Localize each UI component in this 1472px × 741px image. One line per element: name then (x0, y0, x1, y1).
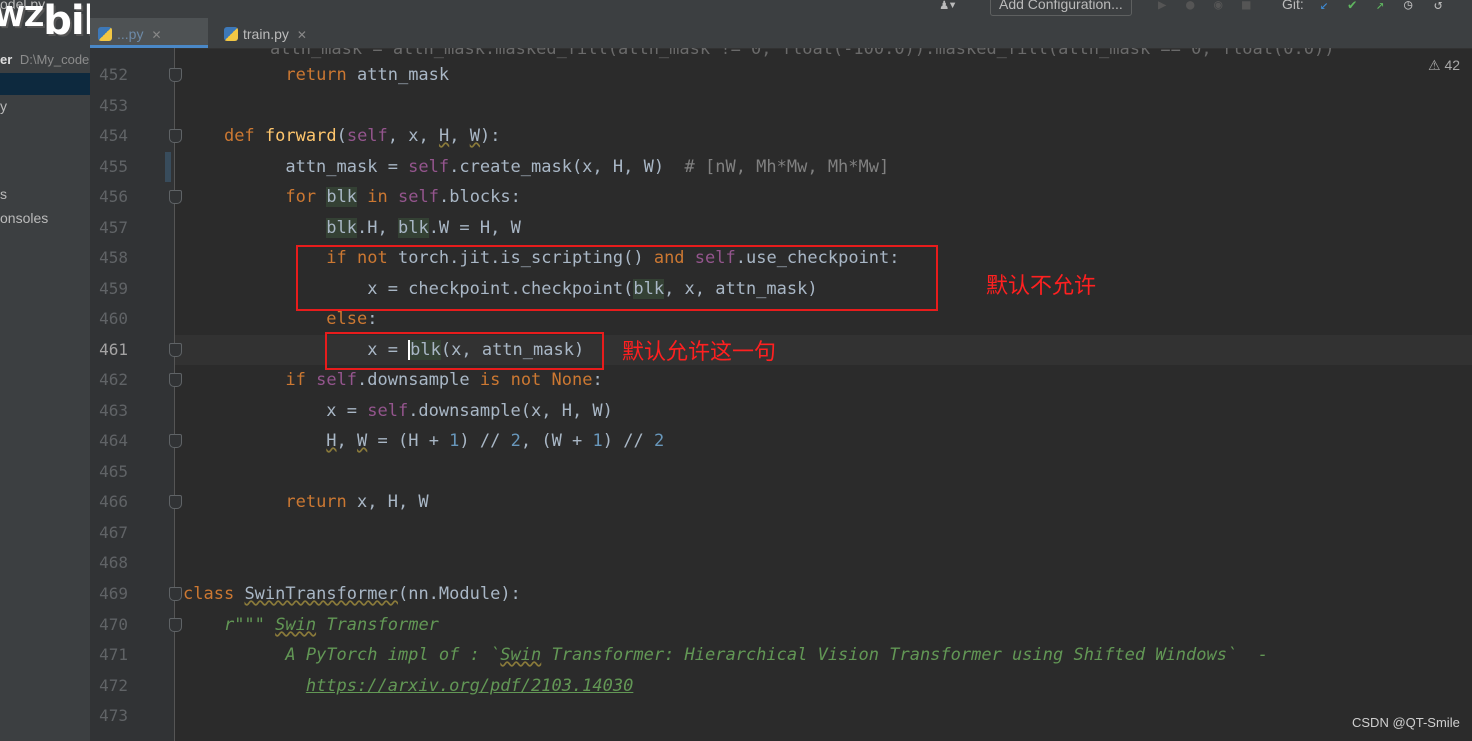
code-line[interactable]: https://arxiv.org/pdf/2103.14030 (183, 671, 634, 701)
warning-icon: ⚠ (1428, 57, 1441, 73)
code-line[interactable]: return x, H, W (183, 487, 428, 517)
code-row-463: 463 x = self.downsample(x, H, W) (0, 396, 1472, 426)
csdn-watermark: CSDN @QT-Smile (1352, 715, 1460, 730)
line-number: 454 (99, 126, 128, 145)
code-line[interactable]: r""" Swin Transformer (183, 610, 439, 640)
line-number: 468 (99, 553, 128, 572)
fold-end-icon[interactable] (169, 343, 182, 357)
line-number: 470 (99, 615, 128, 634)
code-row-465: 465 (0, 457, 1472, 487)
code-line[interactable]: A PyTorch impl of : `Swin Transformer: H… (183, 640, 1268, 670)
fold-end-icon[interactable] (169, 68, 182, 82)
code-line[interactable]: def forward(self, x, H, W): (183, 121, 500, 151)
line-number: 457 (99, 218, 128, 237)
line-number: 460 (99, 309, 128, 328)
line-number: 465 (99, 462, 128, 481)
code-row-462: 462 if self.downsample is not None: (0, 365, 1472, 395)
annotation-box-blk-call (325, 332, 604, 370)
line-number: 469 (99, 584, 128, 603)
line-number: 467 (99, 523, 128, 542)
code-row-455: 455 attn_mask = self.create_mask(x, H, W… (0, 152, 1472, 182)
code-row-453: 453 (0, 91, 1472, 121)
code-row-472: 472 https://arxiv.org/pdf/2103.14030 (0, 671, 1472, 701)
line-number: 455 (99, 157, 128, 176)
fold-start-icon[interactable] (169, 129, 182, 143)
line-number: 463 (99, 401, 128, 420)
code-row-471: 471 A PyTorch impl of : `Swin Transforme… (0, 640, 1472, 670)
code-row-457: 457 blk.H, blk.W = H, W (0, 213, 1472, 243)
code-line[interactable]: class SwinTransformer(nn.Module): (183, 579, 521, 609)
code-row-452: 452 return attn_mask (0, 60, 1472, 90)
code-line[interactable]: attn_mask = self.create_mask(x, H, W) # … (183, 152, 889, 182)
line-number: 466 (99, 492, 128, 511)
fold-end-icon[interactable] (169, 434, 182, 448)
line-number: 473 (99, 706, 128, 725)
fold-start-icon[interactable] (169, 618, 182, 632)
warning-count-badge[interactable]: ⚠ 42 (1428, 57, 1460, 74)
line-number: 472 (99, 676, 128, 695)
line-number: 471 (99, 645, 128, 664)
code-row-470: 470 r""" Swin Transformer (0, 610, 1472, 640)
fold-start-icon[interactable] (169, 587, 182, 601)
line-number: 462 (99, 370, 128, 389)
warning-count: 42 (1444, 57, 1461, 73)
line-number: 453 (99, 96, 128, 115)
annotation-box-checkpoint (296, 245, 938, 311)
code-line[interactable]: for blk in self.blocks: (183, 182, 521, 212)
annotation-text-default-allowed: 默认允许这一句 (622, 340, 777, 365)
line-number: 452 (99, 65, 128, 84)
line-number: 459 (99, 279, 128, 298)
line-number: 461 (99, 340, 128, 359)
fold-end-icon[interactable] (169, 495, 182, 509)
code-line[interactable]: return attn_mask (183, 60, 449, 90)
code-row-469: 469 class SwinTransformer(nn.Module): (0, 579, 1472, 609)
code-row-466: 466 return x, H, W (0, 487, 1472, 517)
annotation-text-default-disallowed: 默认不允许 (986, 274, 1097, 299)
code-row-454: 454 def forward(self, x, H, W): (0, 121, 1472, 151)
line-number: 456 (99, 187, 128, 206)
code-row-467: 467 (0, 518, 1472, 548)
code-row-456: 456 for blk in self.blocks: (0, 182, 1472, 212)
line-number: 464 (99, 431, 128, 450)
code-row-464: 464 H, W = (H + 1) // 2, (W + 1) // 2 (0, 426, 1472, 456)
code-line[interactable]: x = self.downsample(x, H, W) (183, 396, 613, 426)
fold-start-icon[interactable] (169, 190, 182, 204)
code-row-473: 473 (0, 701, 1472, 731)
code-row-468: 468 (0, 548, 1472, 578)
code-editor[interactable]: 452 return attn_mask 453 454 def forward… (0, 0, 1472, 741)
line-number: 458 (99, 248, 128, 267)
fold-start-icon[interactable] (169, 373, 182, 387)
code-line[interactable]: blk.H, blk.W = H, W (183, 213, 521, 243)
code-line[interactable]: H, W = (H + 1) // 2, (W + 1) // 2 (183, 426, 664, 456)
